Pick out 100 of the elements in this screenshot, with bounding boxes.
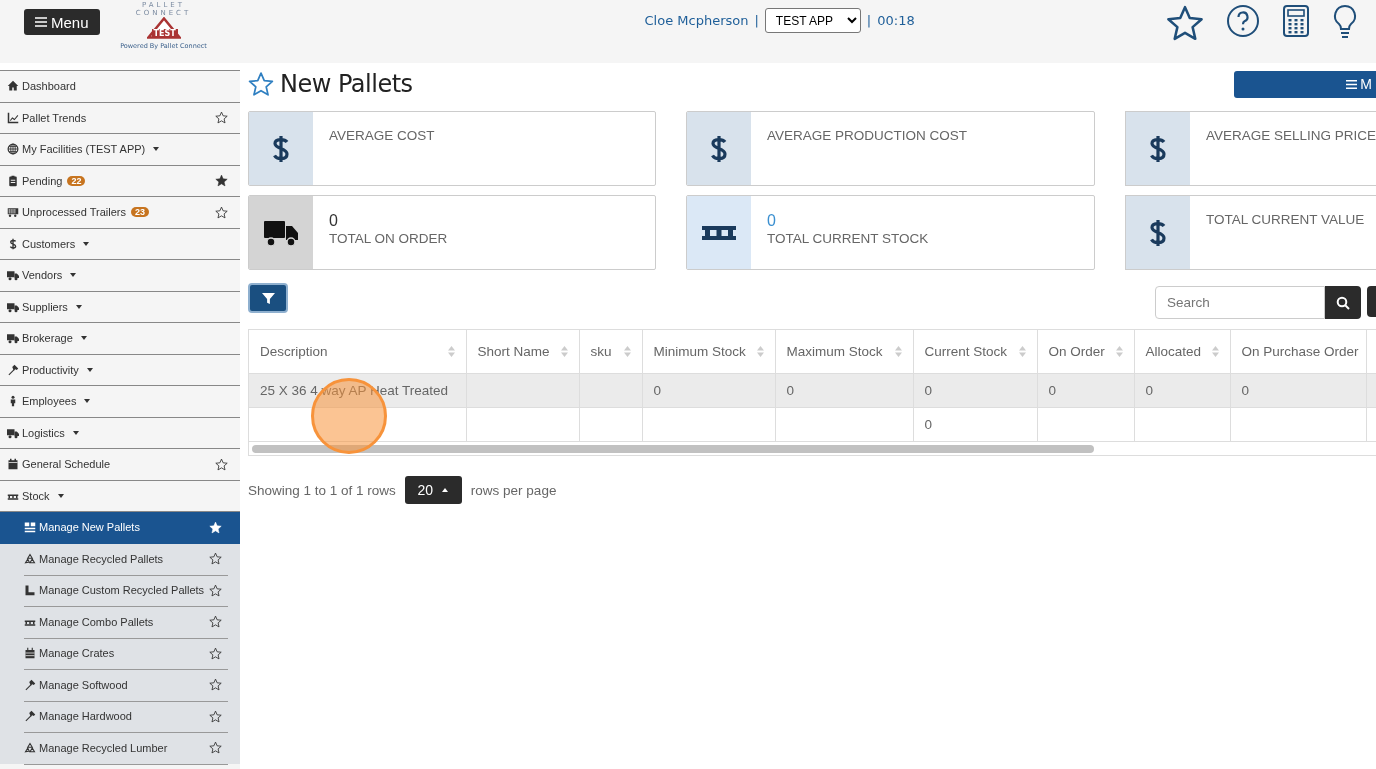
submenu-item[interactable]: Manage New Pallets (0, 512, 240, 544)
menu-button[interactable]: Menu (24, 9, 100, 35)
truck-icon (7, 332, 19, 345)
search-field[interactable]: Search (1155, 286, 1325, 319)
star-outline-icon[interactable] (209, 552, 222, 566)
dollar-icon (7, 237, 19, 250)
column-header[interactable]: Short Name (466, 330, 579, 374)
count-badge: 22 (67, 175, 86, 186)
caret-down-icon (82, 239, 91, 248)
dollar-icon (1149, 133, 1167, 164)
hammer-icon (24, 678, 36, 691)
sidebar-item[interactable]: Customers (0, 228, 240, 260)
horizontal-scrollbar[interactable] (252, 444, 1094, 453)
search-icon (1336, 295, 1350, 310)
app-select[interactable]: TEST APP (764, 8, 861, 33)
stat-value: 0 (329, 212, 339, 230)
star-outline-icon[interactable] (209, 615, 222, 629)
truck-icon (264, 218, 298, 247)
sidebar-item[interactable]: Unprocessed Trailers 23 (0, 197, 240, 229)
table-cell: 0 (786, 383, 794, 398)
stat-label: TOTAL ON ORDER (329, 231, 448, 246)
star-outline-icon[interactable] (1166, 4, 1204, 42)
submenu-item[interactable]: Manage Hardwood (0, 701, 240, 733)
star-outline-icon[interactable] (209, 741, 222, 755)
caret-down-icon (85, 365, 94, 374)
menu-icon (35, 16, 47, 28)
calculator-icon[interactable] (1282, 4, 1310, 38)
toolbar-button[interactable] (1367, 286, 1376, 317)
column-header[interactable]: sku (579, 330, 642, 374)
star-outline-icon[interactable] (215, 111, 228, 125)
submenu-item[interactable]: Manage Recycled Pallets (0, 543, 240, 575)
home-icon (7, 80, 19, 93)
sidebar-item[interactable]: Employees (0, 386, 240, 418)
sidebar-item[interactable]: Dashboard (0, 71, 240, 103)
star-outline-icon[interactable] (215, 205, 228, 219)
caret-up-icon (441, 486, 450, 494)
sidebar-item[interactable]: Logistics (0, 417, 240, 449)
submenu-item[interactable]: Manage Combo Pallets (0, 606, 240, 638)
submenu-item[interactable]: Manage Custom Recycled Pallets (0, 575, 240, 607)
column-header[interactable]: Current Stock (913, 330, 1037, 374)
rows-per-page-label: rows per page (470, 482, 557, 498)
logo-badge: TEST (151, 29, 178, 38)
table-cell: 0 (1241, 383, 1249, 398)
star-outline-icon[interactable] (209, 646, 222, 660)
star-outline-icon[interactable] (209, 583, 222, 597)
chart-icon (7, 111, 19, 124)
column-header[interactable]: Maximum Stock (775, 330, 913, 374)
table-row[interactable]: 0 (249, 407, 1376, 442)
column-header[interactable]: On Order (1037, 330, 1134, 374)
sidebar-item[interactable]: Pallet Trends (0, 102, 240, 134)
sidebar-item[interactable]: Brokerage (0, 323, 240, 355)
submenu-item[interactable]: Manage Recycled Lumber (0, 732, 240, 764)
count-badge: 23 (130, 207, 149, 218)
sidebar-item[interactable]: General Schedule (0, 449, 240, 481)
table-cell: 0 (924, 417, 932, 432)
pagination-summary: Showing 1 to 1 of 1 rows (248, 482, 396, 498)
table-cell: 0 (1048, 383, 1056, 398)
star-outline-icon[interactable] (248, 71, 274, 97)
star-outline-icon[interactable] (209, 709, 222, 723)
sidebar-item[interactable]: Pending 22 (0, 165, 240, 197)
stacked-pallets-icon (24, 521, 36, 534)
caret-down-icon (74, 302, 83, 311)
star-outline-icon[interactable] (209, 678, 222, 692)
hammer-icon (24, 710, 36, 723)
sidebar-item[interactable]: Productivity (0, 354, 240, 386)
user-name-link[interactable]: Cloe Mcpherson (644, 13, 749, 28)
column-header[interactable]: Minimum Stock (642, 330, 775, 374)
crate-icon (24, 647, 36, 660)
filter-button[interactable] (248, 283, 288, 313)
trailer-icon (7, 206, 19, 219)
submenu-item[interactable]: Manage Softwood (0, 669, 240, 701)
separator: | (866, 13, 872, 28)
globe-icon (7, 143, 19, 156)
sidebar-item[interactable]: Vendors (0, 260, 240, 292)
stat-label: AVERAGE PRODUCTION COST (767, 128, 968, 143)
stat-label: AVERAGE COST (329, 128, 435, 143)
table-cell: 0 (924, 383, 932, 398)
sidebar-item[interactable]: Suppliers (0, 291, 240, 323)
filter-icon (261, 291, 275, 305)
menu-icon (1346, 78, 1358, 90)
submenu-item[interactable]: Manage Crates (0, 638, 240, 670)
help-icon[interactable] (1226, 4, 1260, 38)
column-header[interactable]: Allocated (1134, 330, 1230, 374)
dollar-icon (272, 133, 290, 164)
stat-label: AVERAGE SELLING PRICE (1206, 128, 1376, 143)
column-header[interactable]: Description (249, 330, 466, 374)
star-outline-icon[interactable] (215, 457, 228, 471)
search-button[interactable] (1325, 286, 1361, 319)
page-size-button[interactable]: 20 (404, 476, 462, 504)
calendar-icon (7, 458, 19, 471)
dollar-icon (1149, 217, 1167, 248)
truck-icon (7, 269, 19, 282)
filled-star-icon[interactable] (215, 174, 228, 188)
separator: | (754, 13, 759, 28)
stat-label: TOTAL CURRENT VALUE (1206, 212, 1365, 227)
table-cell: 0 (1145, 383, 1153, 398)
actions-menu-button[interactable]: M (1234, 70, 1376, 98)
session-timer: 00:18 (877, 13, 915, 28)
dollar-icon (710, 133, 728, 164)
sidebar-item[interactable]: My Facilities (TEST APP) (0, 134, 240, 166)
